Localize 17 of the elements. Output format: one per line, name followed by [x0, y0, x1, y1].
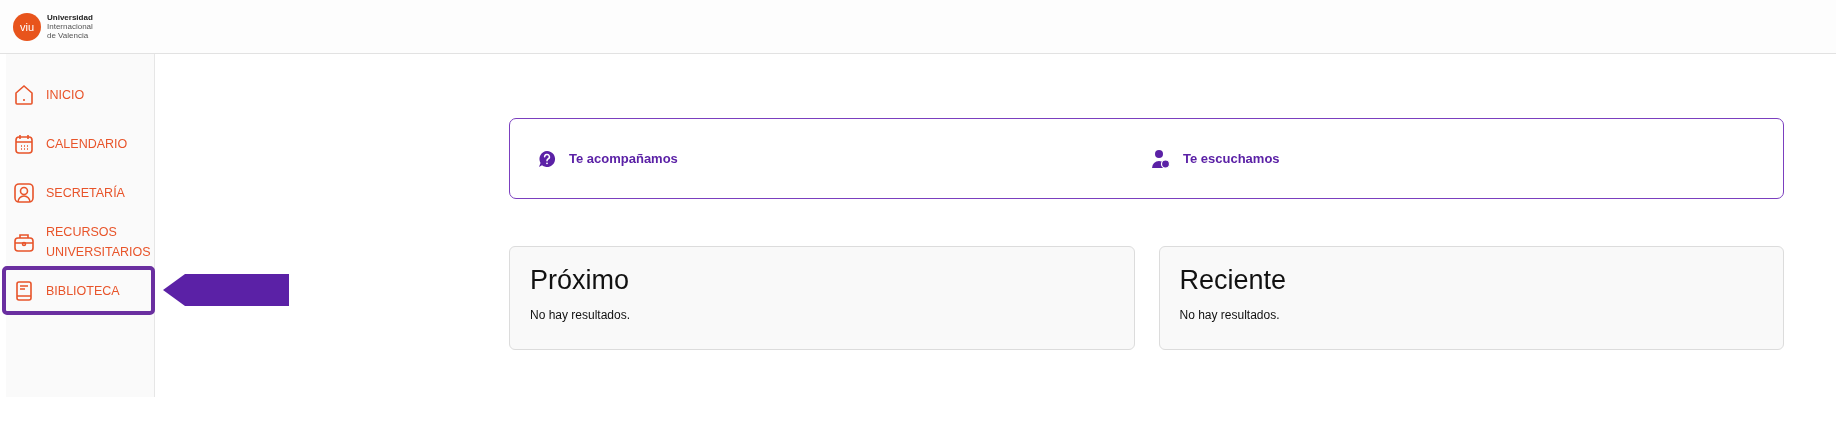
house-icon [12, 82, 36, 107]
nav-item[interactable]: CALENDARIO [2, 119, 155, 168]
person-icon [1151, 148, 1171, 169]
nav-item[interactable]: INICIO [2, 70, 155, 119]
logo-text: Universidad Internacional de Valencia [47, 13, 93, 40]
empty-message: No hay resultados. [530, 308, 632, 322]
person-icon [12, 180, 36, 205]
help-link[interactable]: Te acompañamos [569, 151, 678, 166]
nav-item[interactable]: RECURSOS UNIVERSITARIOS [2, 217, 155, 266]
card-title: Reciente [1179, 265, 1288, 296]
help-link[interactable]: Te escuchamos [1183, 151, 1280, 166]
empty-message: No hay resultados. [1179, 308, 1281, 322]
nav-item[interactable]: BIBLIOTECA [2, 266, 155, 315]
question-bubble-icon [537, 148, 557, 169]
logo-mark[interactable]: viu [13, 12, 41, 41]
card-title: Próximo [530, 265, 631, 296]
nav-item[interactable]: SECRETARÍA [2, 168, 155, 217]
